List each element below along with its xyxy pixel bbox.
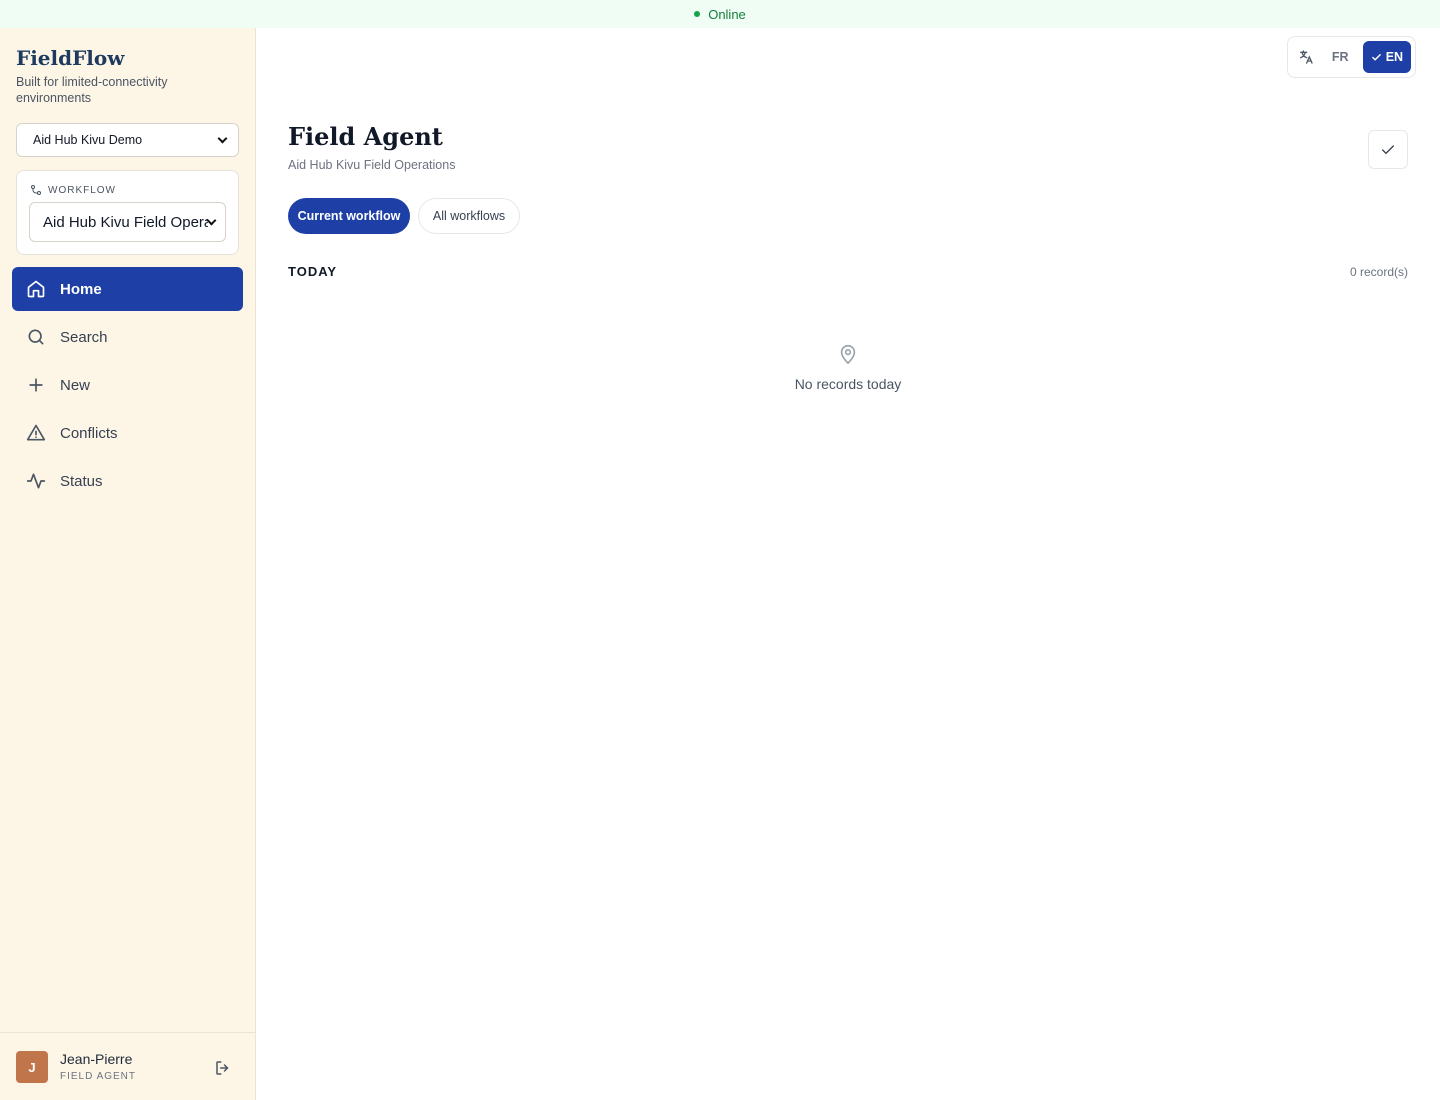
page-title: Field Agent: [288, 122, 443, 151]
today-section-title: TODAY: [288, 264, 338, 279]
check-icon: [1371, 53, 1381, 61]
empty-state-text: No records today: [794, 376, 902, 392]
translate-icon: [1294, 49, 1318, 65]
sidebar-nav: Home Search New Conflicts Status: [12, 267, 243, 507]
sidebar-item-label: Home: [60, 280, 102, 298]
language-switcher: FR EN: [1287, 36, 1416, 78]
sidebar-item-home[interactable]: Home: [12, 267, 243, 311]
all-workflows-filter-button[interactable]: All workflows: [418, 198, 520, 234]
user-name: Jean-Pierre: [60, 1051, 133, 1067]
language-option-en-label: EN: [1385, 50, 1404, 64]
connection-status-label: Online: [708, 6, 746, 22]
workflow-icon: [31, 185, 41, 195]
workflow-heading: WORKFLOW: [30, 184, 116, 196]
language-option-fr[interactable]: FR: [1318, 50, 1363, 64]
connection-status-bar: Online: [0, 0, 1440, 28]
confirm-button[interactable]: [1368, 130, 1408, 169]
logout-icon[interactable]: [214, 1059, 232, 1082]
organization-select[interactable]: Aid Hub Kivu Demo: [16, 123, 239, 157]
app-tagline: Built for limited-connectivity environme…: [16, 75, 168, 105]
language-option-en[interactable]: EN: [1362, 41, 1411, 73]
user-role: FIELD AGENT: [60, 1071, 137, 1082]
home-icon: [25, 278, 47, 300]
record-count: 0 record(s): [1349, 265, 1408, 279]
chevron-down-icon: [217, 133, 228, 143]
workflow-card: WORKFLOW Aid Hub Kivu Field Operations: [16, 170, 239, 255]
sidebar-item-search[interactable]: Search: [12, 315, 243, 359]
sidebar-item-label: Search: [60, 328, 108, 346]
online-status-dot: [694, 11, 701, 17]
sidebar-item-label: New: [60, 376, 91, 394]
user-profile: J Jean-Pierre FIELD AGENT: [0, 1032, 256, 1100]
check-icon: [1382, 144, 1394, 154]
sidebar-item-new[interactable]: New: [12, 363, 243, 407]
page-subtitle: Aid Hub Kivu Field Operations: [288, 158, 456, 172]
app-logo-title: FieldFlow: [16, 46, 125, 70]
current-workflow-filter-button[interactable]: Current workflow: [288, 198, 410, 234]
plus-icon: [25, 374, 47, 396]
workflow-heading-label: WORKFLOW: [48, 184, 116, 196]
warning-icon: [25, 422, 47, 444]
activity-icon: [25, 470, 47, 492]
sidebar-item-label: Conflicts: [60, 424, 118, 442]
organization-select-value: Aid Hub Kivu Demo: [33, 133, 143, 147]
avatar: J: [16, 1051, 48, 1083]
sidebar-item-conflicts[interactable]: Conflicts: [12, 411, 243, 455]
workflow-select[interactable]: Aid Hub Kivu Field Operations: [29, 202, 226, 242]
search-icon: [25, 326, 47, 348]
sidebar: FieldFlow Built for limited-connectivity…: [0, 28, 256, 1100]
sidebar-item-label: Status: [60, 472, 103, 490]
workflow-select-value: Aid Hub Kivu Field Operations: [43, 213, 209, 231]
map-pin-icon: [837, 342, 859, 371]
sidebar-item-status[interactable]: Status: [12, 459, 243, 503]
